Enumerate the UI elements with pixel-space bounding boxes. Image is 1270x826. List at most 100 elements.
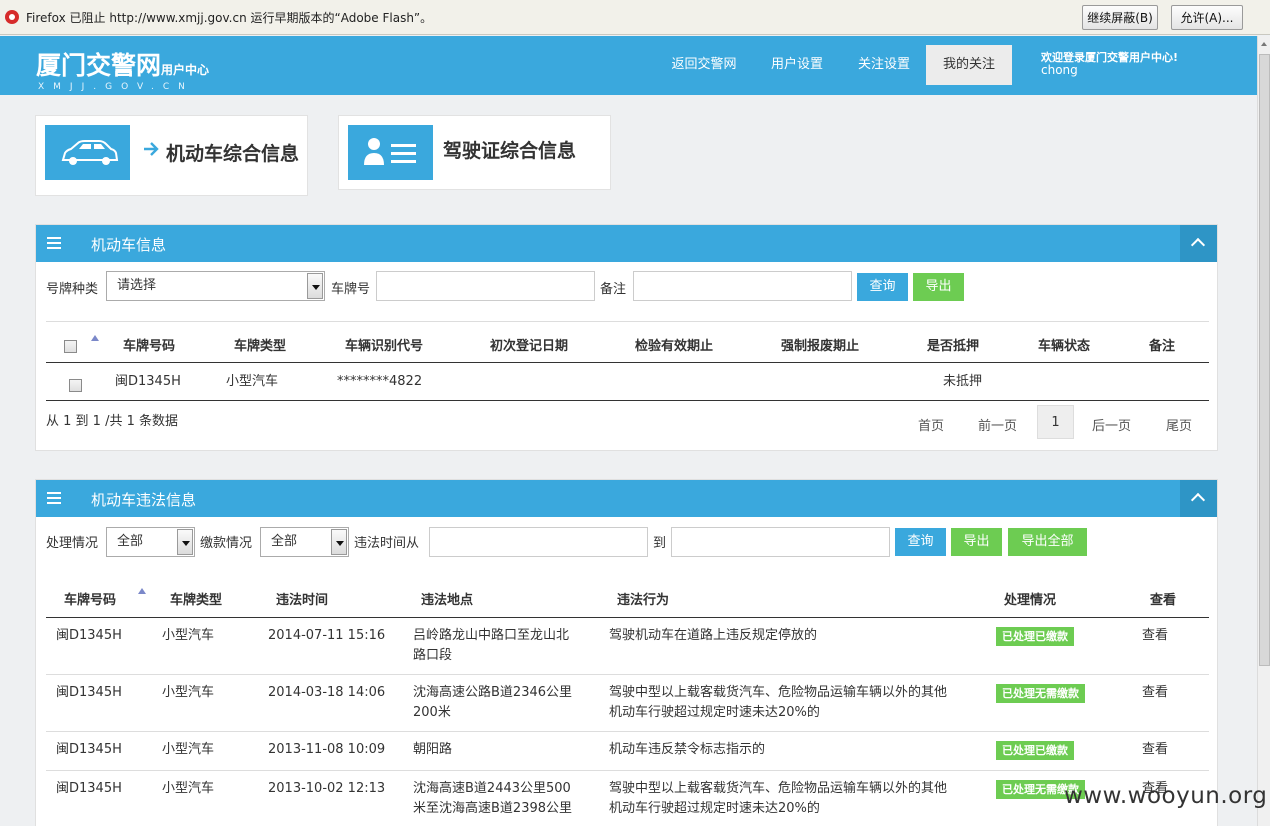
violation-panel-header: 机动车违法信息	[36, 480, 1217, 517]
col-plate-no[interactable]: 车牌号码	[64, 589, 116, 608]
cell-place-line2: 200米	[413, 705, 451, 720]
col-mortgaged[interactable]: 是否抵押	[927, 335, 979, 354]
logo-main-text: 厦门交警网	[36, 51, 162, 80]
cell-act-line1: 驾驶中型以上载客载货汽车、危险物品运输车辆以外的其他	[609, 781, 948, 796]
cell-time: 2014-03-18 14:06	[268, 685, 386, 700]
col-violation-time[interactable]: 违法时间	[276, 589, 328, 608]
flash-message: Firefox 已阻止 http://www.xmjj.gov.cn 运行早期版…	[26, 10, 433, 25]
id-card-icon	[348, 125, 433, 180]
collapse-chevron-up-icon[interactable]	[1180, 480, 1217, 517]
page-scrollbar[interactable]	[1257, 36, 1270, 826]
handle-status-select[interactable]: 全部	[106, 527, 195, 557]
time-from-label: 违法时间从	[354, 536, 420, 551]
col-inspection-expiry[interactable]: 检验有效期止	[635, 335, 713, 354]
view-link[interactable]: 查看	[1142, 626, 1168, 646]
nav-back-to-site[interactable]: 返回交警网	[658, 45, 750, 85]
view-link[interactable]: 查看	[1142, 683, 1168, 703]
table-bottom-border	[46, 400, 1209, 401]
dropdown-arrow-icon[interactable]	[331, 529, 347, 555]
nav-follow-settings[interactable]: 关注设置	[843, 45, 925, 85]
cell-vin: ********4822	[337, 374, 423, 389]
sort-ascending-icon[interactable]	[138, 588, 146, 594]
cell-plate: 闽D1345H	[115, 374, 181, 389]
plate-type-selected: 请选择	[117, 278, 157, 293]
license-info-card[interactable]: 驾驶证综合信息	[338, 115, 611, 190]
cell-place-line2: 路口段	[413, 648, 453, 663]
remark-input[interactable]	[633, 271, 852, 301]
list-icon	[47, 237, 61, 249]
vehicle-info-panel: 机动车信息 号牌种类 请选择 车牌号 备注 查询 导出 车牌号码 车牌类型 车辆…	[35, 224, 1218, 451]
status-badge: 已处理无需缴款	[996, 684, 1085, 703]
vehicle-panel-title: 机动车信息	[91, 236, 167, 254]
table-top-border	[46, 321, 1209, 322]
status-badge: 已处理已缴款	[996, 627, 1074, 646]
vehicle-export-button[interactable]: 导出	[913, 273, 964, 301]
col-first-reg-date[interactable]: 初次登记日期	[490, 335, 568, 354]
nav-my-follows[interactable]: 我的关注	[926, 45, 1012, 85]
select-all-checkbox[interactable]	[64, 340, 77, 353]
time-from-input[interactable]	[429, 527, 648, 557]
vehicle-query-button[interactable]: 查询	[857, 273, 908, 301]
col-plate-type[interactable]: 车牌类型	[170, 589, 222, 608]
cell-mortgage: 未抵押	[943, 374, 983, 389]
table-header-border	[46, 617, 1209, 618]
violation-export-all-button[interactable]: 导出全部	[1008, 528, 1087, 556]
col-plate-no[interactable]: 车牌号码	[123, 335, 175, 354]
sort-ascending-icon[interactable]	[91, 335, 99, 341]
fine-status-selected: 全部	[271, 534, 298, 549]
collapse-chevron-up-icon[interactable]	[1180, 225, 1217, 262]
cell-place-line1: 朝阳路	[413, 742, 453, 757]
watermark-text: www.wooyun.org	[1064, 783, 1268, 809]
cell-place-line2: 米至沈海高速B道2398公里	[413, 801, 573, 816]
pager-first[interactable]: 首页	[918, 415, 944, 434]
col-handle-status[interactable]: 处理情况	[1004, 589, 1056, 608]
col-plate-type[interactable]: 车牌类型	[234, 335, 286, 354]
cell-place-line1: 沈海高速公路B道2346公里	[413, 685, 573, 700]
cell-act-line2: 机动车行驶超过规定时速未达20%的	[609, 801, 820, 816]
fine-status-select[interactable]: 全部	[260, 527, 349, 557]
violation-export-button[interactable]: 导出	[951, 528, 1002, 556]
cell-plate: 闽D1345H	[56, 685, 122, 700]
row-checkbox[interactable]	[69, 379, 82, 392]
plate-type-select[interactable]: 请选择	[106, 271, 325, 301]
col-vin[interactable]: 车辆识别代号	[345, 335, 423, 354]
col-scrap-date[interactable]: 强制报废期止	[781, 335, 859, 354]
col-vehicle-status[interactable]: 车辆状态	[1038, 335, 1090, 354]
row-divider	[46, 731, 1209, 732]
pager-last[interactable]: 尾页	[1166, 415, 1192, 434]
time-to-input[interactable]	[671, 527, 890, 557]
dropdown-arrow-icon[interactable]	[307, 273, 323, 299]
violation-query-button[interactable]: 查询	[895, 528, 946, 556]
vehicle-info-card[interactable]: 机动车综合信息	[35, 115, 308, 196]
remark-label: 备注	[600, 282, 627, 297]
allow-flash-button[interactable]: 允许(A)...	[1171, 5, 1243, 30]
view-link[interactable]: 查看	[1142, 740, 1168, 760]
plate-type-label: 号牌种类	[46, 282, 99, 297]
col-violation-place[interactable]: 违法地点	[421, 589, 473, 608]
dropdown-arrow-icon[interactable]	[177, 529, 193, 555]
pager-current[interactable]: 1	[1037, 405, 1074, 439]
handle-status-selected: 全部	[117, 534, 144, 549]
col-view: 查看	[1150, 593, 1177, 608]
cell-time: 2013-11-08 10:09	[268, 742, 386, 757]
site-logo[interactable]: 厦门交警网用户中心 XMJJ.GOV.CN	[36, 46, 209, 92]
time-to-label: 到	[653, 536, 667, 551]
cell-act-line1: 驾驶中型以上载客载货汽车、危险物品运输车辆以外的其他	[609, 685, 948, 700]
flash-blocked-icon	[5, 10, 19, 24]
col-remark[interactable]: 备注	[1149, 335, 1175, 354]
cell-plate: 闽D1345H	[56, 628, 122, 643]
list-icon	[47, 492, 61, 504]
record-summary: 从 1 到 1 /共 1 条数据	[46, 414, 178, 429]
plate-no-input[interactable]	[376, 271, 595, 301]
violation-panel: 机动车违法信息 处理情况 全部 缴款情况 全部 违法时间从 到 查询 导出 导出…	[35, 479, 1218, 826]
nav-user-settings[interactable]: 用户设置	[756, 45, 838, 85]
scroll-up-arrow-icon[interactable]	[1261, 42, 1267, 46]
cell-time: 2013-10-02 12:13	[268, 781, 386, 796]
col-violation-act[interactable]: 违法行为	[617, 589, 669, 608]
continue-block-button[interactable]: 继续屏蔽(B)	[1082, 5, 1158, 30]
pager-prev[interactable]: 前一页	[978, 415, 1017, 434]
scrollbar-thumb[interactable]	[1259, 54, 1270, 666]
pager-next[interactable]: 后一页	[1092, 415, 1131, 434]
cell-plate-type: 小型汽车	[162, 628, 215, 643]
site-header: 厦门交警网用户中心 XMJJ.GOV.CN 返回交警网 用户设置 关注设置 我的…	[0, 36, 1257, 95]
